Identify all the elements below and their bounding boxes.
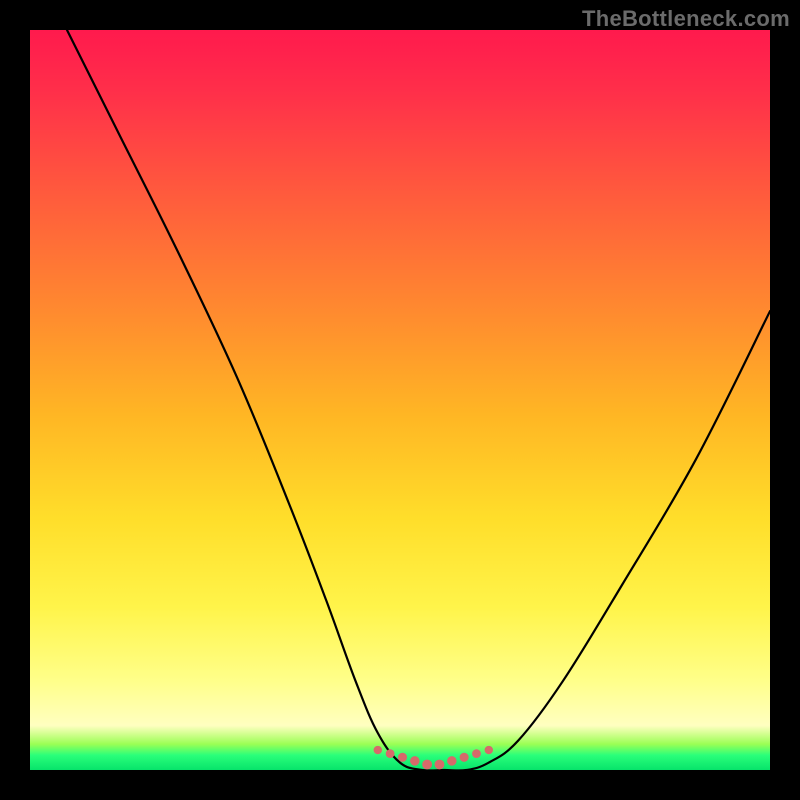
highlight-dot <box>386 749 395 758</box>
highlight-dot <box>447 756 456 765</box>
chart-frame: TheBottleneck.com <box>0 0 800 800</box>
highlight-dot <box>435 760 445 770</box>
highlight-dot <box>485 746 493 754</box>
highlight-dot <box>422 760 432 770</box>
minimum-highlight-dots <box>374 746 493 770</box>
watermark-text: TheBottleneck.com <box>582 6 790 32</box>
highlight-dot <box>398 753 407 762</box>
bottleneck-curve-svg <box>30 30 770 770</box>
bottleneck-curve-line <box>67 30 770 770</box>
highlight-dot <box>472 749 481 758</box>
highlight-dot <box>374 746 382 754</box>
highlight-dot <box>410 756 419 765</box>
highlight-dot <box>460 753 469 762</box>
